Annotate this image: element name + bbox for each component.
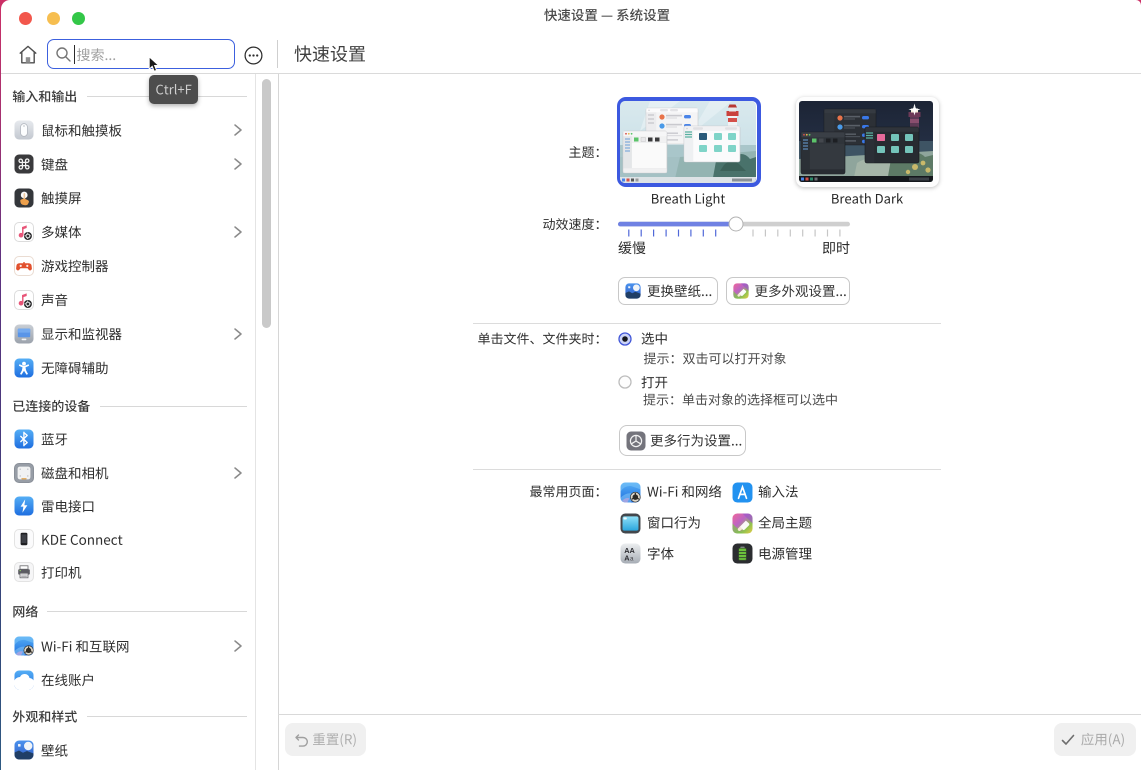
- svg-text:a: a: [630, 555, 634, 562]
